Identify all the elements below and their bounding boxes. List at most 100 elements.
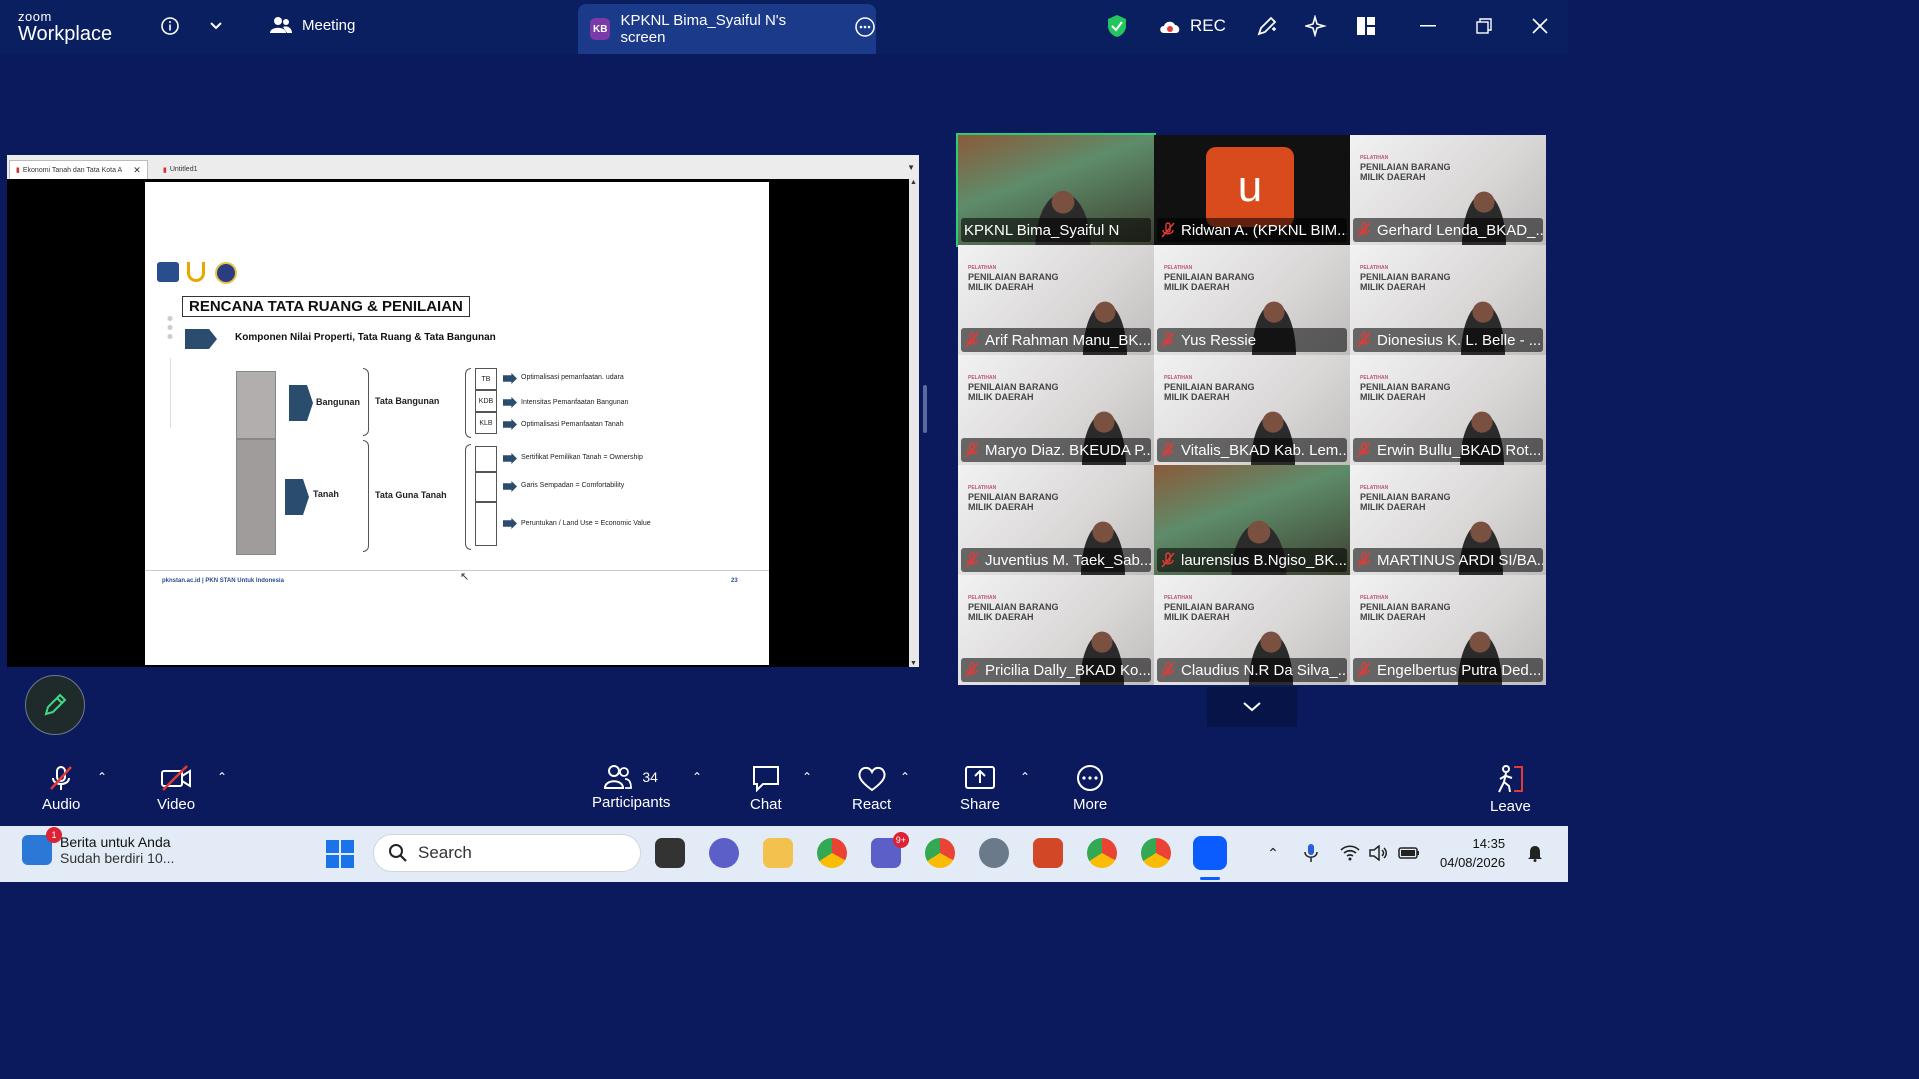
participant-gallery: KPKNL Bima_Syaiful N u Ridwan A. (KPKNL BI…	[956, 133, 1546, 687]
participants-button[interactable]: 34 Participants	[592, 764, 670, 811]
wifi-icon[interactable]	[1339, 842, 1361, 864]
video-label: Video	[157, 796, 196, 813]
news-badge: 1	[46, 827, 62, 843]
bar-tanah	[236, 439, 276, 555]
battery-icon[interactable]	[1398, 842, 1420, 864]
participant-tile[interactable]: u Ridwan A. (KPKNL BIM...	[1154, 135, 1350, 245]
more-button[interactable]: More	[1073, 764, 1107, 813]
tab-menu-icon[interactable]: ▼	[907, 163, 915, 172]
participant-tile[interactable]: PELATIHAN PENILAIAN BARANG MILIK DAERAH MAR…	[1350, 465, 1546, 575]
participant-tile[interactable]: PELATIHAN PENILAIAN BARANG MILIK DAERAH Erw…	[1350, 355, 1546, 465]
participant-tile[interactable]: PELATIHAN PENILAIAN BARANG MILIK DAERAH Dio…	[1350, 245, 1546, 355]
vertical-scrollbar[interactable]: ▲ ▼	[909, 179, 919, 667]
file-explorer-icon[interactable]	[763, 838, 793, 868]
share-caret-icon[interactable]: ⌃	[1020, 770, 1030, 784]
participant-name-bar: Arif Rahman Manu_BK...	[961, 328, 1151, 352]
participant-name-bar: Ridwan A. (KPKNL BIM...	[1157, 218, 1347, 242]
participant-tile[interactable]: KPKNL Bima_Syaiful N	[956, 133, 1156, 247]
participant-name: Pricilia Dally_BKAD Ko...	[985, 661, 1151, 679]
tile-banner: PELATIHAN PENILAIAN BARANG MILIK DAERAH	[1164, 375, 1255, 402]
video-button[interactable]: Video	[157, 764, 195, 813]
start-button[interactable]	[326, 840, 354, 868]
leave-button[interactable]: Leave	[1490, 764, 1531, 815]
taskbar-search[interactable]: Search	[373, 834, 641, 872]
system-clock[interactable]: 14:35 04/08/2026	[1440, 834, 1505, 872]
scroll-down-icon[interactable]: ▼	[910, 660, 917, 667]
video-caret-icon[interactable]: ⌃	[217, 770, 227, 784]
chat-caret-icon[interactable]: ⌃	[802, 770, 812, 784]
tab-close-icon[interactable]: ✕	[133, 165, 141, 176]
tile-banner: PELATIHAN PENILAIAN BARANG MILIK DAERAH	[1360, 485, 1451, 512]
meeting-menu[interactable]: Meeting	[270, 16, 355, 34]
chrome-profile-icon[interactable]	[1087, 838, 1117, 868]
react-caret-icon[interactable]: ⌃	[900, 770, 910, 784]
tile-banner: PELATIHAN PENILAIAN BARANG MILIK DAERAH	[968, 595, 1059, 622]
participant-tile[interactable]: PELATIHAN PENILAIAN BARANG MILIK DAERAH Yus…	[1154, 245, 1350, 355]
chrome-profile-icon[interactable]	[925, 838, 955, 868]
participants-caret-icon[interactable]: ⌃	[692, 770, 702, 784]
tile-banner: PELATIHAN PENILAIAN BARANG MILIK DAERAH	[1164, 265, 1255, 292]
chrome-icon[interactable]	[817, 838, 847, 868]
zoom-app-icon[interactable]	[1193, 836, 1227, 870]
participant-name: laurensius B.Ngiso_BK...	[1181, 551, 1347, 569]
brand-name: Workplace	[18, 23, 113, 45]
audio-caret-icon[interactable]: ⌃	[97, 770, 107, 784]
participant-name: Juventius M. Taek_Sab...	[985, 551, 1151, 569]
minimize-icon[interactable]	[1416, 14, 1440, 38]
participant-tile[interactable]: PELATIHAN PENILAIAN BARANG MILIK DAERAH Mar…	[958, 355, 1154, 465]
participant-tile[interactable]: PELATIHAN PENILAIAN BARANG MILIK DAERAH Ger…	[1350, 135, 1546, 245]
annotate-pencil-button[interactable]	[25, 675, 85, 735]
shield-icon[interactable]	[1105, 14, 1129, 38]
mic-muted-icon	[965, 552, 979, 568]
participant-tile[interactable]: PELATIHAN PENILAIAN BARANG MILIK DAERAH Cla…	[1154, 575, 1350, 685]
share-screen-tab[interactable]: KB KPKNL Bima_Syaiful N's screen	[578, 4, 876, 54]
react-label: React	[852, 796, 892, 813]
settings-icon[interactable]	[979, 838, 1009, 868]
rec-indicator[interactable]: REC	[1158, 16, 1226, 36]
audio-button[interactable]: Audio	[42, 764, 80, 813]
chevron-down-icon[interactable]	[204, 14, 228, 38]
react-button[interactable]: React	[852, 764, 891, 813]
close-icon[interactable]	[1528, 14, 1552, 38]
presentation-slide: RENCANA TATA RUANG & PENILAIAN Komponen …	[145, 182, 769, 665]
label-tata-guna-tanah: Tata Guna Tanah	[375, 490, 447, 500]
meet-icon[interactable]	[709, 838, 739, 868]
participant-tile[interactable]: PELATIHAN PENILAIAN BARANG MILIK DAERAH Vit…	[1154, 355, 1350, 465]
shared-screen[interactable]: ▮ Ekonomi Tanah dan Tata Kota A ✕ ▮ Unti…	[7, 155, 919, 667]
more-icon	[1077, 765, 1104, 791]
restore-icon[interactable]	[1472, 14, 1496, 38]
volume-icon[interactable]	[1368, 842, 1390, 864]
participant-tile[interactable]: PELATIHAN PENILAIAN BARANG MILIK DAERAH Pri…	[958, 575, 1154, 685]
more-options-icon[interactable]	[854, 16, 876, 42]
gallery-scroll-down[interactable]	[1207, 687, 1297, 727]
participant-tile[interactable]: PELATIHAN PENILAIAN BARANG MILIK DAERAH Ari…	[958, 245, 1154, 355]
participant-tile[interactable]: PELATIHAN PENILAIAN BARANG MILIK DAERAH Eng…	[1350, 575, 1546, 685]
teams-icon[interactable]: 9+	[871, 832, 909, 868]
notification-bell-icon[interactable]	[1524, 842, 1546, 864]
powerpoint-icon[interactable]	[1033, 838, 1063, 868]
chrome-icon[interactable]	[1141, 838, 1171, 868]
microphone-icon[interactable]	[1300, 842, 1322, 864]
news-widget[interactable]: 1 Berita untuk Anda Sudah berdiri 10...	[22, 827, 174, 866]
layout-icon[interactable]	[1354, 14, 1378, 38]
mic-muted-icon	[965, 662, 979, 678]
task-view-icon[interactable]	[655, 838, 685, 868]
splitter-handle[interactable]	[923, 385, 927, 433]
people-icon	[270, 17, 292, 33]
ai-companion-icon[interactable]	[1304, 14, 1328, 38]
info-icon[interactable]	[158, 14, 182, 38]
participant-name: Erwin Bullu_BKAD Rot...	[1377, 441, 1542, 459]
tray-overflow-icon[interactable]: ⌃	[1262, 842, 1284, 864]
share-button[interactable]: Share	[960, 764, 1000, 813]
clock-time: 14:35	[1472, 836, 1506, 851]
mic-muted-icon	[1357, 222, 1371, 238]
tile-banner: PELATIHAN PENILAIAN BARANG MILIK DAERAH	[968, 375, 1059, 402]
browser-tab-active[interactable]: ▮ Ekonomi Tanah dan Tata Kota A ✕	[9, 160, 148, 179]
chat-button[interactable]: Chat	[750, 764, 782, 813]
browser-tab[interactable]: ▮ Untitled1	[157, 160, 204, 179]
participants-icon	[604, 765, 633, 789]
scroll-up-icon[interactable]: ▲	[910, 179, 917, 186]
participant-tile[interactable]: PELATIHAN PENILAIAN BARANG MILIK DAERAH Juv…	[958, 465, 1154, 575]
participant-tile[interactable]: laurensius B.Ngiso_BK...	[1154, 465, 1350, 575]
annotate-icon[interactable]	[1255, 14, 1279, 38]
